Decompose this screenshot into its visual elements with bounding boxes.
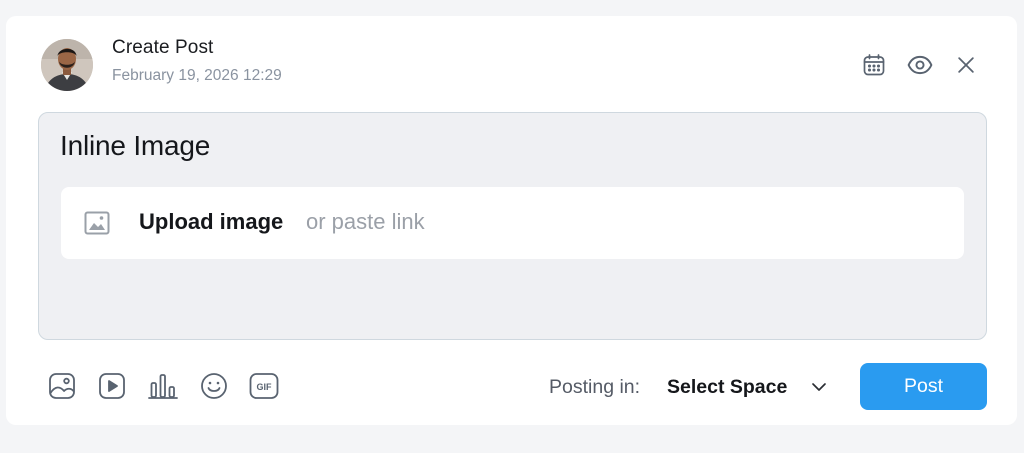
posting-in-label: Posting in:: [549, 376, 641, 398]
calendar-icon: [863, 54, 885, 76]
add-video-button[interactable]: [97, 371, 127, 401]
image-placeholder-icon: [84, 211, 110, 235]
editor-heading: Inline Image: [60, 130, 211, 161]
space-select-dropdown[interactable]: Select Space: [667, 368, 837, 406]
image-icon: [49, 373, 75, 399]
page-title: Create Post: [112, 37, 214, 58]
space-select-value: Select Space: [667, 375, 788, 398]
upload-image-link[interactable]: Upload image: [139, 209, 283, 235]
add-poll-button[interactable]: [148, 371, 178, 401]
gif-icon: GIF: [249, 373, 279, 399]
bar-chart-icon: [148, 374, 178, 399]
add-image-button[interactable]: [47, 371, 77, 401]
gif-icon-text: GIF: [257, 382, 273, 392]
post-button[interactable]: Post: [860, 363, 987, 410]
image-upload-field[interactable]: Upload image or paste link: [61, 187, 964, 259]
chevron-down-icon: [812, 383, 826, 391]
close-icon: [958, 57, 974, 73]
eye-icon: [907, 55, 933, 75]
close-button[interactable]: [953, 52, 979, 78]
post-editor[interactable]: Inline Image Upload image or paste link: [38, 112, 987, 340]
add-emoji-button[interactable]: [199, 371, 229, 401]
post-timestamp: February 19, 2026 12:29: [112, 67, 282, 84]
add-gif-button[interactable]: GIF: [249, 371, 279, 401]
video-play-icon: [99, 373, 125, 399]
schedule-button[interactable]: [861, 52, 887, 78]
paste-link-hint: or paste link: [306, 209, 425, 234]
preview-button[interactable]: [907, 52, 933, 78]
avatar: [41, 39, 93, 91]
smiley-icon: [201, 373, 227, 399]
